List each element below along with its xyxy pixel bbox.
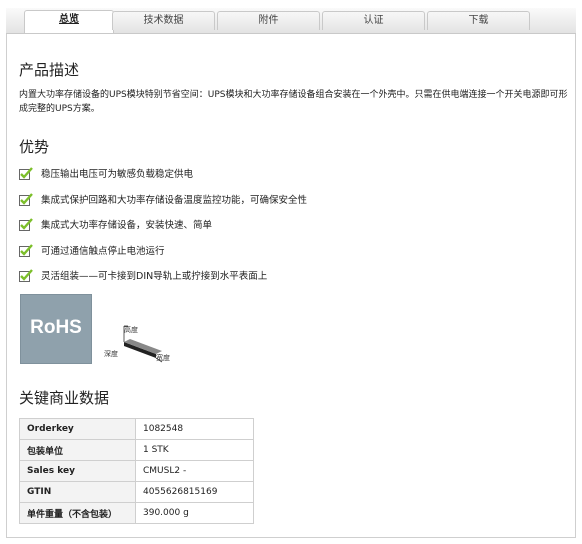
tab-certification[interactable]: 认证	[322, 11, 425, 30]
advantage-item: 灵活组装——可卡接到DIN导轨上或拧接到水平表面上	[19, 268, 267, 282]
height-label: 高度	[124, 326, 138, 334]
tab-downloads[interactable]: 下载	[427, 11, 530, 30]
checkmark-icon	[19, 192, 33, 206]
advantages-heading: 优势	[19, 138, 50, 156]
tab-technical-data[interactable]: 技术数据	[112, 11, 215, 30]
advantage-item: 可通过通信触点停止电池运行	[19, 243, 165, 257]
checkmark-icon	[19, 166, 33, 180]
advantage-item: 集成式大功率存储设备，安装快速、简单	[19, 217, 212, 231]
dimensions-diagram: 高度 深度 宽度	[104, 320, 184, 366]
checkmark-icon	[19, 243, 33, 257]
business-data-heading: 关键商业数据	[19, 389, 110, 407]
width-label: 宽度	[156, 354, 170, 362]
table-key: GTIN	[19, 481, 136, 503]
table-value: 1 STK	[135, 439, 254, 461]
table-value: CMUSL2 -	[135, 460, 254, 482]
description-heading: 产品描述	[19, 61, 80, 79]
table-row: GTIN 4055626815169	[19, 481, 254, 503]
table-row: 包装单位 1 STK	[19, 439, 254, 461]
table-row: 单件重量（不含包装） 390.000 g	[19, 502, 254, 524]
advantage-item: 集成式保护回路和大功率存储设备温度监控功能，可确保安全性	[19, 192, 307, 206]
table-value: 4055626815169	[135, 481, 254, 503]
business-data-table: Orderkey 1082548 包装单位 1 STK Sales key CM…	[19, 418, 254, 524]
advantage-text: 集成式保护回路和大功率存储设备温度监控功能，可确保安全性	[41, 195, 308, 206]
tab-accessories[interactable]: 附件	[217, 11, 320, 30]
checkmark-icon	[19, 217, 33, 231]
depth-label: 深度	[104, 350, 118, 358]
table-row: Sales key CMUSL2 -	[19, 460, 254, 482]
dimensions-icon	[123, 325, 163, 363]
checkmark-icon	[19, 268, 33, 282]
rohs-label: RoHS	[30, 317, 82, 338]
table-key: 包装单位	[19, 439, 136, 461]
rohs-logo: RoHS	[20, 294, 92, 364]
table-key: Orderkey	[19, 418, 136, 440]
table-row: Orderkey 1082548	[19, 418, 254, 440]
advantage-text: 可通过通信触点停止电池运行	[41, 246, 165, 257]
table-key: 单件重量（不含包装）	[19, 502, 136, 524]
advantage-text: 集成式大功率存储设备，安装快速、简单	[41, 220, 213, 231]
tab-overview[interactable]: 总览	[24, 10, 114, 33]
table-value: 390.000 g	[135, 502, 254, 524]
table-key: Sales key	[19, 460, 136, 482]
description-text: 内置大功率存储设备的UPS模块特别节省空间：UPS模块和大功率存储设备组合安装在…	[19, 90, 568, 114]
tab-bar: 总览 技术数据 附件 认证 下载	[6, 8, 576, 34]
advantage-text: 稳压输出电压可为敏感负载稳定供电	[41, 169, 194, 180]
table-value: 1082548	[135, 418, 254, 440]
advantage-item: 稳压输出电压可为敏感负载稳定供电	[19, 166, 193, 180]
advantage-text: 灵活组装——可卡接到DIN导轨上或拧接到水平表面上	[41, 271, 268, 282]
